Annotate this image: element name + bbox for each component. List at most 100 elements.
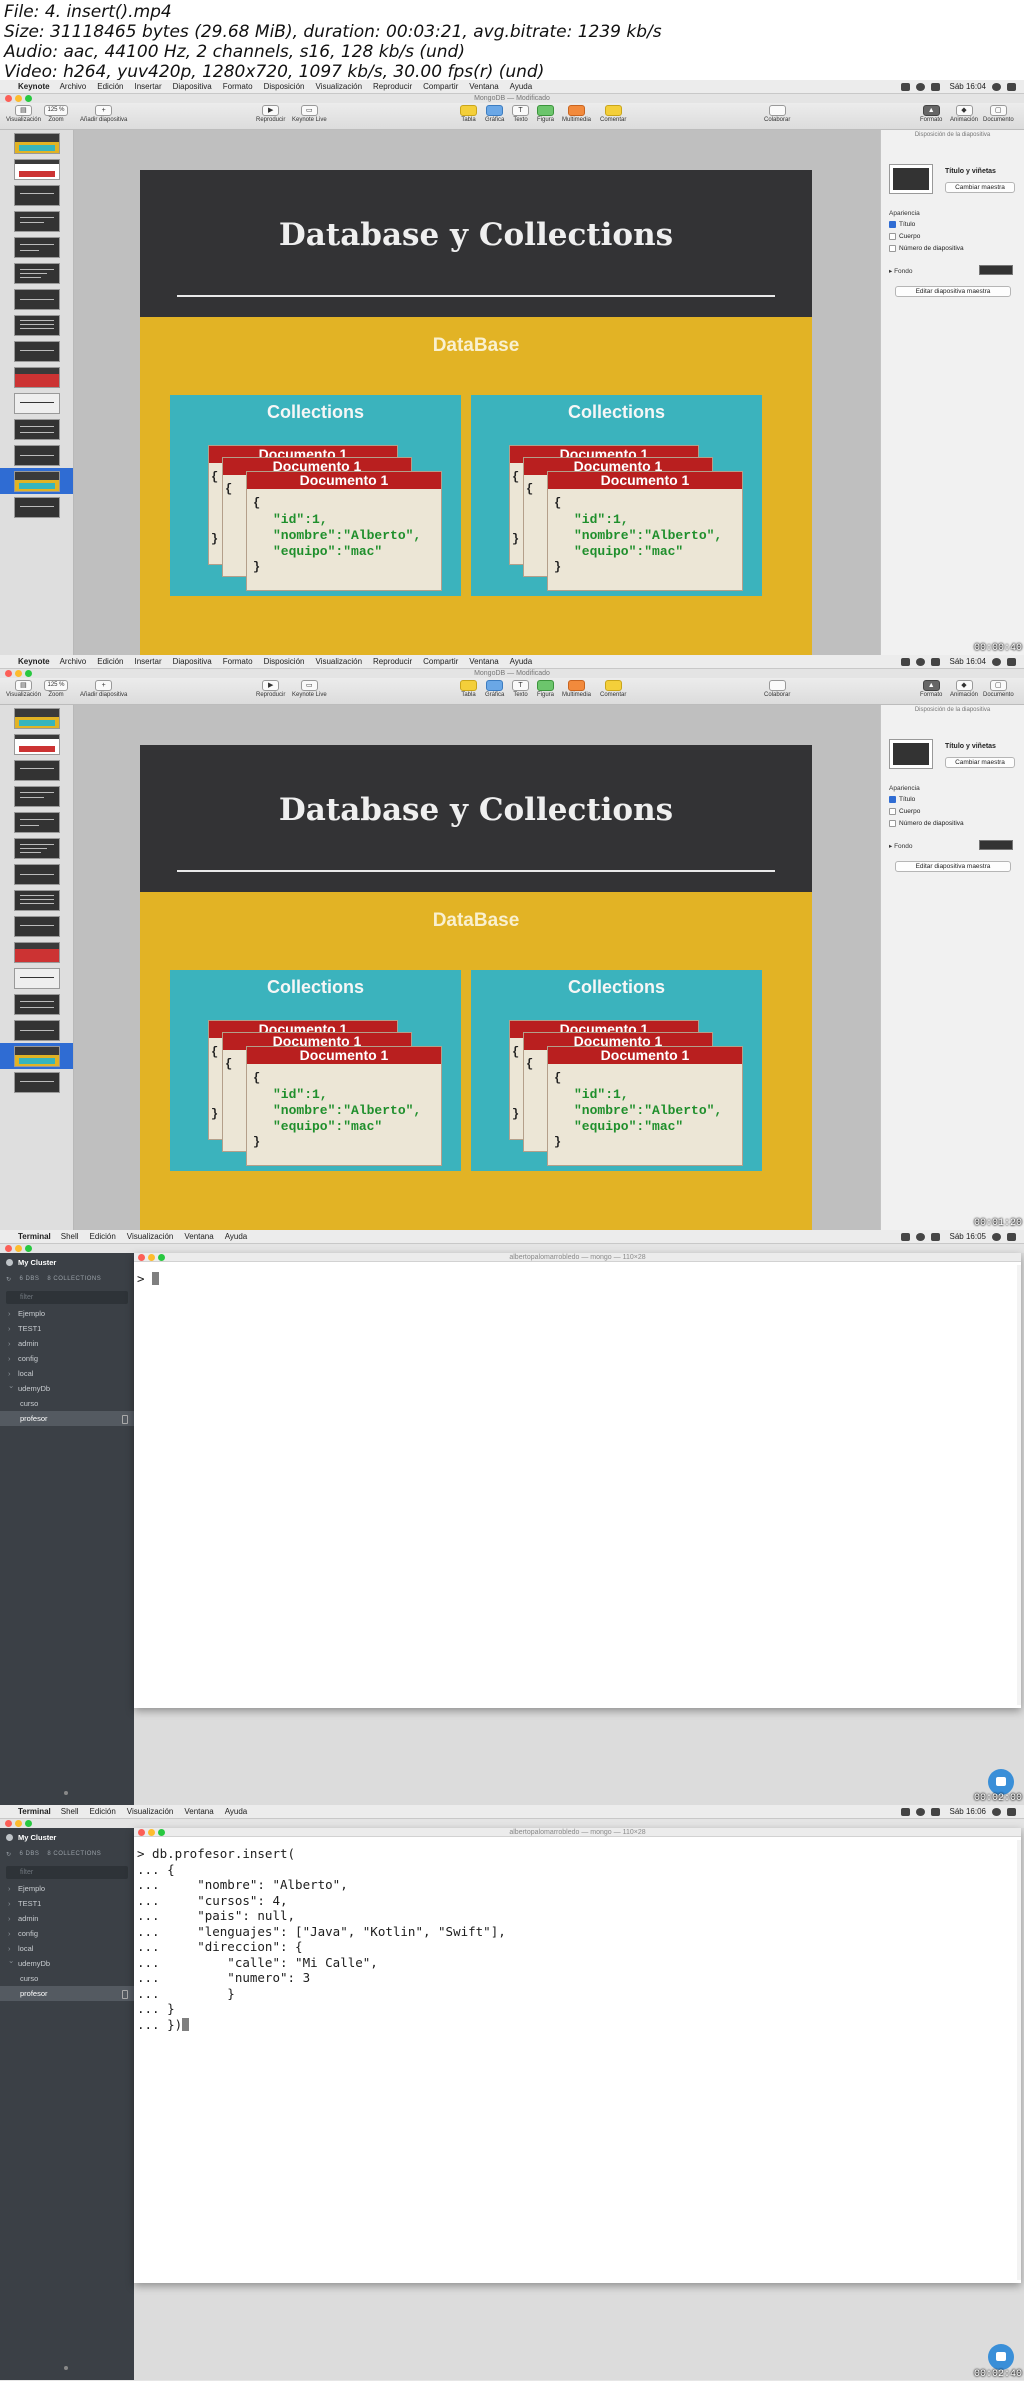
document-tab-button[interactable]: ▢ Documento <box>983 680 1014 698</box>
menu-archivo[interactable]: Archivo <box>60 82 87 91</box>
keynote-live-button[interactable]: ▭ Keynote Live <box>292 680 327 698</box>
menu-diapositiva[interactable]: Diapositiva <box>173 657 212 666</box>
airplay-icon[interactable] <box>930 82 940 91</box>
close-icon[interactable] <box>5 670 12 677</box>
collaborate-button[interactable]: Colaborar <box>764 105 790 123</box>
notification-center-icon[interactable] <box>1007 1807 1016 1816</box>
slide-thumb[interactable] <box>0 338 73 364</box>
sidebar-db-config[interactable]: config <box>0 1351 134 1366</box>
sidebar-db-ejemplo[interactable]: Ejemplo <box>0 1881 134 1896</box>
body-checkbox[interactable]: Cuerpo <box>889 233 920 240</box>
terminal-scrollbar[interactable] <box>1017 1840 1021 2280</box>
slide-thumb[interactable] <box>0 731 73 757</box>
menu-visualizacion[interactable]: Visualización <box>315 82 362 91</box>
battery-icon[interactable] <box>900 1232 910 1241</box>
siri-icon[interactable] <box>992 82 1001 91</box>
slide-title[interactable]: Database y Collections <box>140 217 812 253</box>
menubar-clock[interactable]: Sáb 16:04 <box>950 82 986 91</box>
slide-thumb[interactable] <box>0 835 73 861</box>
animate-tab-button[interactable]: ◆ Animación <box>950 105 978 123</box>
minimize-icon[interactable] <box>15 670 22 677</box>
collection-box-left[interactable]: Collections Documento 1 { } Documento 1 … <box>170 395 461 596</box>
menu-app-name[interactable]: Terminal <box>18 1807 51 1816</box>
slide-thumb[interactable] <box>0 130 73 156</box>
close-icon[interactable] <box>138 1254 145 1261</box>
format-tab-button[interactable]: ▲ Formato <box>920 105 942 123</box>
table-button[interactable]: Tabla <box>460 105 477 123</box>
wifi-icon[interactable] <box>915 1807 925 1816</box>
menu-ventana[interactable]: Ventana <box>469 657 498 666</box>
sidebar-db-test1[interactable]: TEST1 <box>0 1896 134 1911</box>
terminal-window[interactable]: albertopalomarrobledo — mongo — 110×28 >… <box>134 1828 1021 2283</box>
sidebar-db-config[interactable]: config <box>0 1926 134 1941</box>
slide-thumb[interactable] <box>0 809 73 835</box>
master-preview[interactable] <box>889 164 933 194</box>
master-preview[interactable] <box>889 739 933 769</box>
format-tab-button[interactable]: ▲ Formato <box>920 680 942 698</box>
title-checkbox[interactable]: Título <box>889 796 915 803</box>
menu-ayuda[interactable]: Ayuda <box>510 82 533 91</box>
battery-icon[interactable] <box>900 657 910 666</box>
slide-thumb[interactable] <box>0 390 73 416</box>
minimize-icon[interactable] <box>15 1820 22 1827</box>
close-icon[interactable] <box>5 1820 12 1827</box>
menubar-clock[interactable]: Sáb 16:04 <box>950 657 986 666</box>
database-label[interactable]: DataBase <box>140 335 812 357</box>
sidebar-collection-profesor[interactable]: profesor <box>0 1986 134 2001</box>
chat-icon[interactable] <box>988 1769 1014 1795</box>
menu-edicion[interactable]: Edición <box>97 657 123 666</box>
collection-box-left[interactable]: Collections Documento 1 { } Documento 1 … <box>170 970 461 1171</box>
minimize-icon[interactable] <box>148 1829 155 1836</box>
menu-insertar[interactable]: Insertar <box>135 82 162 91</box>
animate-tab-button[interactable]: ◆ Animación <box>950 680 978 698</box>
menu-ayuda[interactable]: Ayuda <box>225 1232 248 1241</box>
slide-thumb[interactable] <box>0 208 73 234</box>
menu-compartir[interactable]: Compartir <box>423 82 458 91</box>
slide-title[interactable]: Database y Collections <box>140 792 812 828</box>
minimize-icon[interactable] <box>15 1245 22 1252</box>
fullscreen-icon[interactable] <box>25 95 32 102</box>
menu-ayuda[interactable]: Ayuda <box>225 1807 248 1816</box>
cluster-name[interactable]: My Cluster <box>0 1253 134 1271</box>
collaborate-button[interactable]: Colaborar <box>764 680 790 698</box>
sidebar-db-udemydb[interactable]: udemyDb <box>0 1953 134 1971</box>
slide-thumb[interactable] <box>0 494 73 520</box>
shape-button[interactable]: Figura <box>537 105 554 123</box>
slide-thumb[interactable] <box>0 1017 73 1043</box>
sidebar-collection-curso[interactable]: curso <box>0 1396 134 1411</box>
chat-icon[interactable] <box>988 2344 1014 2370</box>
slide[interactable]: Database y Collections DataBase Collecti… <box>140 745 812 1230</box>
airplay-icon[interactable] <box>930 1232 940 1241</box>
close-icon[interactable] <box>5 1245 12 1252</box>
add-slide-button[interactable]: + Añadir diapositiva <box>80 105 127 123</box>
menu-formato[interactable]: Formato <box>223 657 253 666</box>
menu-edicion[interactable]: Edición <box>97 82 123 91</box>
slide-thumb[interactable] <box>0 991 73 1017</box>
chart-button[interactable]: Gráfica <box>485 105 504 123</box>
slide-thumb[interactable] <box>0 182 73 208</box>
edit-master-button[interactable]: Editar diapositiva maestra <box>895 861 1011 872</box>
menu-app-name[interactable]: Keynote <box>18 82 50 91</box>
view-button[interactable]: ▤ Visualización <box>6 105 41 123</box>
background-section[interactable]: ▸ Fondo <box>889 267 913 275</box>
menu-shell[interactable]: Shell <box>61 1807 79 1816</box>
close-icon[interactable] <box>138 1829 145 1836</box>
background-section[interactable]: ▸ Fondo <box>889 842 913 850</box>
slide-thumb[interactable] <box>0 416 73 442</box>
minimize-icon[interactable] <box>148 1254 155 1261</box>
menu-visualizacion[interactable]: Visualización <box>315 657 362 666</box>
sidebar-collection-profesor[interactable]: profesor <box>0 1411 134 1426</box>
fullscreen-icon[interactable] <box>25 670 32 677</box>
slide-canvas[interactable]: Database y Collections DataBase Collecti… <box>74 705 880 1230</box>
body-checkbox[interactable]: Cuerpo <box>889 808 920 815</box>
sidebar-db-admin[interactable]: admin <box>0 1911 134 1926</box>
document-card-front[interactable]: Documento 1 { "id":1, "nombre":"Alberto"… <box>246 1046 442 1166</box>
text-button[interactable]: T Texto <box>512 105 529 123</box>
slide-thumb[interactable] <box>0 364 73 390</box>
sidebar-db-local[interactable]: local <box>0 1941 134 1956</box>
menu-visualizacion[interactable]: Visualización <box>127 1807 174 1816</box>
shape-button[interactable]: Figura <box>537 680 554 698</box>
sidebar-db-test1[interactable]: TEST1 <box>0 1321 134 1336</box>
database-label[interactable]: DataBase <box>140 910 812 932</box>
keynote-live-button[interactable]: ▭ Keynote Live <box>292 105 327 123</box>
